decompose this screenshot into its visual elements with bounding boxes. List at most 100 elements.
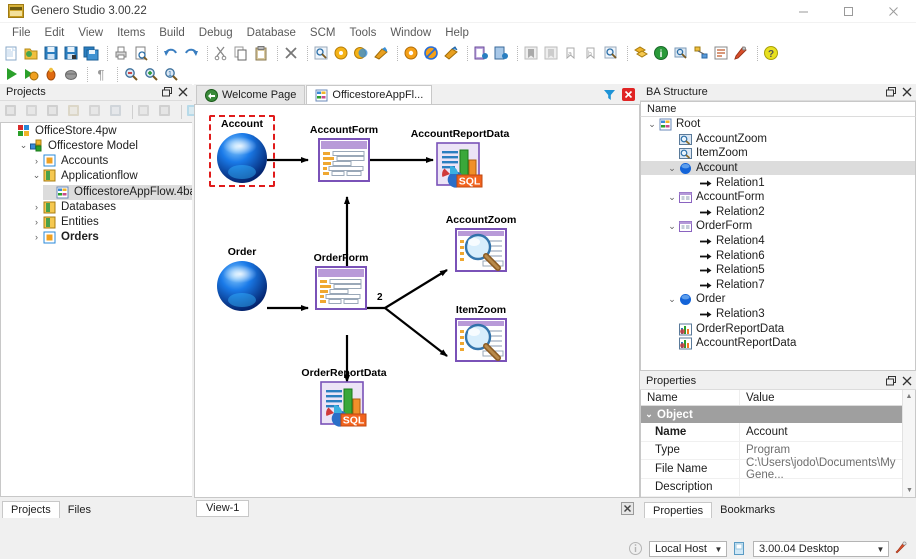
chevron-right-icon[interactable]: › [30, 202, 43, 212]
ba-structure-item-orderreportdata[interactable]: OrderReportData [641, 321, 915, 336]
ba-structure-item-relation2[interactable]: Relation2 [641, 205, 915, 220]
new-report-icon[interactable] [493, 45, 512, 63]
chevron-down-icon[interactable]: ⌄ [665, 163, 679, 174]
compile-all-icon[interactable] [423, 45, 442, 63]
menu-item-build[interactable]: Build [152, 25, 192, 41]
goto-icon[interactable] [603, 45, 622, 63]
find-icon[interactable] [313, 45, 332, 63]
add-library-icon[interactable] [24, 103, 43, 120]
inspect-icon[interactable] [673, 45, 692, 63]
projects-tree-item-orders[interactable]: › Orders [1, 230, 192, 245]
save-all-icon[interactable] [83, 45, 102, 63]
save-icon[interactable] [43, 45, 62, 63]
projects-tree-item-databases[interactable]: › Databases [1, 200, 192, 215]
menu-item-help[interactable]: Help [438, 25, 476, 41]
open-project-icon[interactable] [23, 45, 42, 63]
compile-icon[interactable] [403, 45, 422, 63]
diagram-icon[interactable] [693, 45, 712, 63]
paste-icon[interactable] [253, 45, 272, 63]
diagram-node-accountform[interactable]: AccountForm [310, 125, 378, 185]
diagram-node-orderform[interactable]: OrderForm [314, 253, 368, 313]
toggle-bookmark-icon[interactable] [523, 45, 542, 63]
projects-tree-item-accounts[interactable]: › Accounts [1, 153, 192, 168]
redo-icon[interactable] [183, 45, 202, 63]
run-config-icon[interactable] [23, 66, 42, 84]
ba-structure-item-order[interactable]: ⌄ Order [641, 292, 915, 307]
chevron-down-icon[interactable]: ⌄ [665, 192, 679, 203]
form-editor-icon[interactable] [713, 45, 732, 63]
properties-dock-tab-properties[interactable]: Properties [644, 502, 713, 518]
editor-tab-welcome-page[interactable]: Welcome Page [196, 85, 306, 104]
undock-icon[interactable] [884, 375, 897, 388]
chevron-down-icon[interactable]: ⌄ [30, 170, 43, 181]
menu-item-view[interactable]: View [71, 25, 110, 41]
properties-row-value[interactable]: C:\Users\jodo\Documents\My Gene... [739, 457, 915, 481]
close-button[interactable] [871, 0, 916, 23]
build-project-icon[interactable] [157, 103, 176, 120]
projects-tree-item-entities[interactable]: › Entities [1, 215, 192, 230]
print-icon[interactable] [113, 45, 132, 63]
print-preview-icon[interactable] [133, 45, 152, 63]
undo-icon[interactable] [163, 45, 182, 63]
properties-dock-tab-bookmarks[interactable]: Bookmarks [712, 502, 784, 518]
close-icon[interactable] [900, 375, 913, 388]
chevron-down-icon[interactable]: ⌄ [665, 221, 679, 232]
delete-icon[interactable] [283, 45, 302, 63]
properties-row-value[interactable] [739, 478, 915, 496]
ba-structure-item-accountreportdata[interactable]: AccountReportData [641, 336, 915, 351]
add-group-icon[interactable] [45, 103, 64, 120]
properties-row[interactable]: File Name C:\Users\jodo\Documents\My Gene… [641, 457, 915, 481]
ba-structure-item-orderform[interactable]: ⌄ OrderForm [641, 219, 915, 234]
ba-structure-item-relation6[interactable]: Relation6 [641, 248, 915, 263]
ba-structure-item-itemzoom[interactable]: ItemZoom [641, 146, 915, 161]
chevron-right-icon[interactable]: › [30, 217, 43, 227]
prev-bookmark-icon[interactable]: a [563, 45, 582, 63]
configure-icon[interactable] [733, 45, 752, 63]
chevron-down-icon[interactable]: ⌄ [641, 409, 657, 420]
diagram-node-order[interactable]: Order [216, 247, 268, 315]
new-file-icon[interactable] [3, 45, 22, 63]
properties-row-value[interactable]: Account [739, 423, 915, 441]
host-select[interactable]: Local Host ▼ [649, 541, 727, 557]
clean-icon[interactable] [373, 45, 392, 63]
chevron-down-icon[interactable]: ⌄ [17, 140, 30, 151]
properties-group-object[interactable]: ⌄ Object [641, 406, 915, 423]
run-icon[interactable] [3, 66, 22, 84]
menu-item-tools[interactable]: Tools [342, 25, 383, 41]
scroll-down-icon[interactable]: ▼ [903, 484, 915, 497]
host-icon[interactable] [732, 541, 748, 557]
diagram-node-accountzoom[interactable]: AccountZoom [446, 215, 516, 275]
next-bookmark-icon[interactable]: b [583, 45, 602, 63]
ba-structure-item-relation1[interactable]: Relation1 [641, 175, 915, 190]
build-icon[interactable] [333, 45, 352, 63]
zoom-out-icon[interactable] [123, 66, 142, 84]
info-icon[interactable]: i [653, 45, 672, 63]
menu-item-file[interactable]: File [5, 25, 38, 41]
close-tab-icon[interactable] [621, 87, 637, 103]
chevron-down-icon[interactable]: ▼ [711, 545, 726, 554]
scroll-up-icon[interactable]: ▲ [903, 390, 915, 403]
projects-tree-item-officestoreappflow-4ba[interactable]: OfficestoreAppFlow.4ba [43, 184, 192, 200]
diagram-node-orderreportdata[interactable]: OrderReportData SQL [301, 368, 387, 432]
menu-item-items[interactable]: Items [110, 25, 152, 41]
diagram-node-itemzoom[interactable]: ItemZoom [455, 305, 507, 365]
refresh-project-icon[interactable] [108, 103, 127, 120]
close-icon[interactable] [176, 86, 189, 99]
help-icon[interactable]: ? [763, 45, 782, 63]
new-form-icon[interactable] [473, 45, 492, 63]
close-view-icon[interactable] [621, 501, 634, 515]
properties-scrollbar[interactable]: ▲ ▼ [902, 390, 915, 497]
undock-icon[interactable] [884, 86, 897, 99]
zoom-reset-icon[interactable]: 1 [163, 66, 182, 84]
menu-item-scm[interactable]: SCM [303, 25, 343, 41]
chevron-down-icon[interactable]: ▼ [873, 545, 888, 554]
ba-structure-tree[interactable]: ⌄ Root AccountZoom ItemZoom ⌄ Account Relation… [640, 117, 916, 371]
add-application-icon[interactable] [3, 103, 22, 120]
properties-grid[interactable]: Name Value ⌄ Object Name Account Type Progr… [640, 390, 916, 498]
add-file-icon[interactable] [136, 103, 155, 120]
projects-tree[interactable]: OfficeStore.4pw ⌄ Officestore Model › Accoun… [0, 122, 192, 497]
view-tab-view-1[interactable]: View-1 [196, 499, 250, 517]
paragraph-icon[interactable]: ¶ [93, 66, 112, 84]
minimize-button[interactable] [781, 0, 826, 23]
chevron-down-icon[interactable]: ⌄ [665, 294, 679, 305]
